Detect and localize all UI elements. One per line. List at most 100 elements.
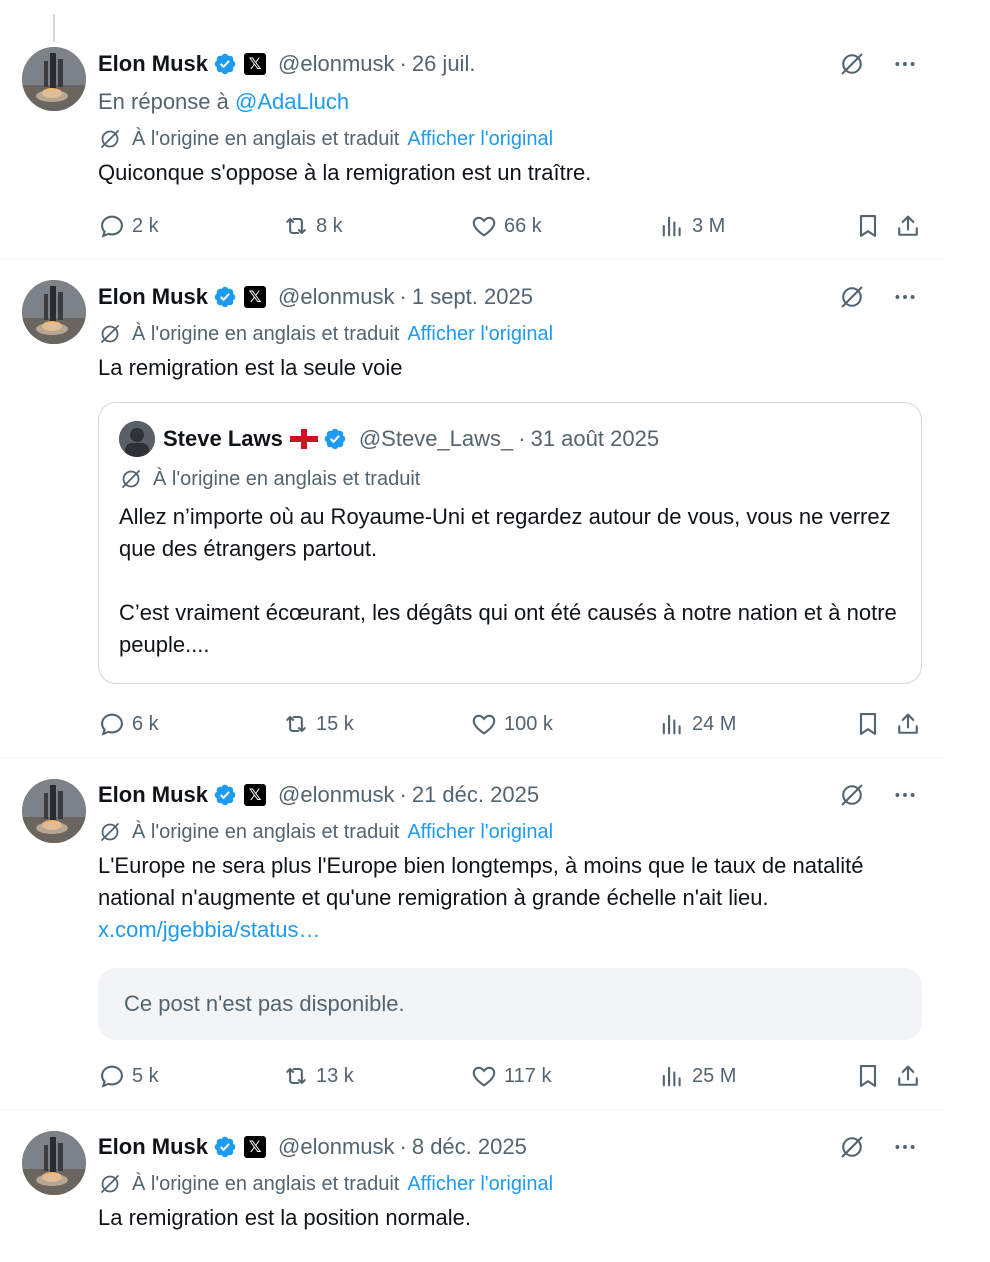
tweet-url-link[interactable]: x.com/jgebbia/status… — [98, 917, 321, 942]
retweet-button[interactable]: 13 k — [282, 1062, 354, 1090]
share-icon[interactable] — [894, 1062, 922, 1090]
like-count: 66 k — [504, 214, 542, 237]
retweet-count: 15 k — [316, 712, 354, 735]
more-icon[interactable] — [888, 49, 922, 79]
views-button[interactable]: 24 M — [658, 710, 736, 738]
quote-text: Allez n’importe où au Royaume-Uni et reg… — [119, 504, 897, 657]
reply-count: 2 k — [132, 214, 159, 237]
quoted-tweet[interactable]: Steve Laws @Steve_Laws_ · 31 août 2025 À… — [98, 402, 922, 684]
bookmark-icon[interactable] — [854, 212, 882, 240]
tweet-header: Elon Musk 𝕏 @elonmusk · 21 déc. 2025 — [98, 780, 922, 810]
like-button[interactable]: 100 k — [470, 710, 553, 738]
x-logo-icon[interactable]: 𝕏 — [244, 53, 267, 75]
like-icon — [472, 714, 496, 735]
reply-button[interactable]: 5 k — [98, 1062, 159, 1090]
show-original-link[interactable]: Afficher l'original — [407, 821, 553, 844]
timestamp[interactable]: 1 sept. 2025 — [412, 284, 533, 310]
more-icon[interactable] — [888, 1132, 922, 1162]
translate-icon — [98, 1172, 122, 1196]
grok-translate-icon[interactable] — [837, 49, 867, 79]
views-button[interactable]: 25 M — [658, 1062, 736, 1090]
verified-badge-icon — [213, 285, 237, 309]
retweet-icon — [286, 715, 306, 733]
translation-label: À l'origine en anglais et traduit — [132, 322, 400, 345]
author-name[interactable]: Elon Musk — [98, 1134, 208, 1160]
action-bar: 6 k 15 k 100 k 24 M — [98, 704, 922, 744]
quote-translation-label: À l'origine en anglais et traduit — [153, 467, 421, 490]
translate-icon — [119, 467, 143, 491]
tweet-text: Quiconque s'oppose à la remigration est … — [98, 160, 592, 185]
retweet-button[interactable]: 8 k — [282, 212, 343, 240]
reply-prefix: En réponse à — [98, 89, 235, 114]
tweet-4[interactable]: Elon Musk 𝕏 @elonmusk · 8 déc. 2025 À l'… — [0, 1110, 944, 1262]
translation-notice: À l'origine en anglais et traduit Affich… — [98, 1170, 922, 1198]
action-bar: 5 k 13 k 117 k 25 M — [98, 1056, 922, 1096]
action-bar: 2 k 8 k 66 k 3 M — [98, 206, 922, 246]
bookmark-icon[interactable] — [854, 1062, 882, 1090]
author-handle[interactable]: @elonmusk — [278, 284, 395, 310]
grok-translate-icon[interactable] — [837, 780, 867, 810]
show-original-link[interactable]: Afficher l'original — [407, 323, 553, 346]
quote-timestamp: 31 août 2025 — [530, 426, 660, 451]
translate-icon — [98, 820, 122, 844]
tweet-3[interactable]: Elon Musk 𝕏 @elonmusk · 21 déc. 2025 À l… — [0, 758, 944, 1110]
unavailable-post-card: Ce post n'est pas disponible. — [98, 968, 922, 1040]
timestamp[interactable]: 8 déc. 2025 — [412, 1134, 527, 1160]
views-count: 25 M — [692, 1064, 737, 1087]
x-logo-icon[interactable]: 𝕏 — [244, 1136, 267, 1158]
verified-badge-icon — [213, 52, 237, 76]
author-name[interactable]: Elon Musk — [98, 782, 208, 808]
share-icon[interactable] — [894, 710, 922, 738]
show-original-link[interactable]: Afficher l'original — [407, 1173, 553, 1196]
reply-context: En réponse à @AdaLluch — [98, 87, 922, 117]
tweet-2[interactable]: Elon Musk 𝕏 @elonmusk · 1 sept. 2025 À l… — [0, 260, 944, 758]
avatar[interactable] — [22, 47, 86, 111]
show-original-link[interactable]: Afficher l'original — [407, 128, 553, 151]
england-flag-icon — [289, 429, 318, 449]
x-logo-icon[interactable]: 𝕏 — [244, 784, 267, 806]
like-button[interactable]: 66 k — [470, 212, 542, 240]
views-icon — [662, 1066, 681, 1087]
reply-count: 6 k — [132, 712, 159, 735]
views-count: 24 M — [692, 712, 737, 735]
share-icon[interactable] — [894, 212, 922, 240]
like-button[interactable]: 117 k — [470, 1062, 551, 1090]
reply-button[interactable]: 2 k — [98, 212, 159, 240]
tweet-text: La remigration est la position normale. — [98, 1205, 471, 1230]
retweet-icon — [286, 217, 306, 235]
quote-translation-notice: À l'origine en anglais et traduit — [119, 465, 901, 493]
like-count: 117 k — [504, 1064, 552, 1087]
x-logo-icon[interactable]: 𝕏 — [244, 286, 267, 308]
tweet-header: Elon Musk 𝕏 @elonmusk · 26 juil. — [98, 49, 922, 79]
more-icon[interactable] — [888, 282, 922, 312]
more-icon[interactable] — [888, 780, 922, 810]
avatar[interactable] — [22, 280, 86, 344]
like-icon — [472, 216, 496, 237]
tweet-header: Elon Musk 𝕏 @elonmusk · 8 déc. 2025 — [98, 1132, 922, 1162]
author-handle[interactable]: @elonmusk — [278, 51, 395, 77]
retweet-button[interactable]: 15 k — [282, 710, 354, 738]
bookmark-icon[interactable] — [854, 710, 882, 738]
timestamp[interactable]: 21 déc. 2025 — [412, 782, 539, 808]
reply-handle-link[interactable]: @AdaLluch — [235, 89, 349, 114]
author-handle[interactable]: @elonmusk — [278, 1134, 395, 1160]
separator-dot: · — [518, 426, 526, 451]
tweet-text: L'Europe ne sera plus l'Europe bien long… — [98, 850, 922, 946]
author-name[interactable]: Elon Musk — [98, 51, 208, 77]
author-name[interactable]: Elon Musk — [98, 284, 208, 310]
verified-badge-icon — [213, 783, 237, 807]
reply-icon — [101, 215, 123, 238]
author-handle[interactable]: @elonmusk — [278, 782, 395, 808]
translation-notice: À l'origine en anglais et traduit Affich… — [98, 125, 922, 153]
reply-icon — [101, 713, 123, 736]
grok-translate-icon[interactable] — [837, 282, 867, 312]
avatar[interactable] — [22, 779, 86, 843]
grok-translate-icon[interactable] — [837, 1132, 867, 1162]
tweet-1[interactable]: Elon Musk 𝕏 @elonmusk · 26 juil. En répo… — [0, 30, 944, 260]
timestamp[interactable]: 26 juil. — [412, 51, 476, 77]
quote-author-name: Steve Laws — [163, 426, 283, 451]
views-button[interactable]: 3 M — [658, 212, 725, 240]
avatar[interactable] — [22, 1131, 86, 1195]
reply-button[interactable]: 6 k — [98, 710, 159, 738]
retweet-icon — [286, 1067, 306, 1085]
